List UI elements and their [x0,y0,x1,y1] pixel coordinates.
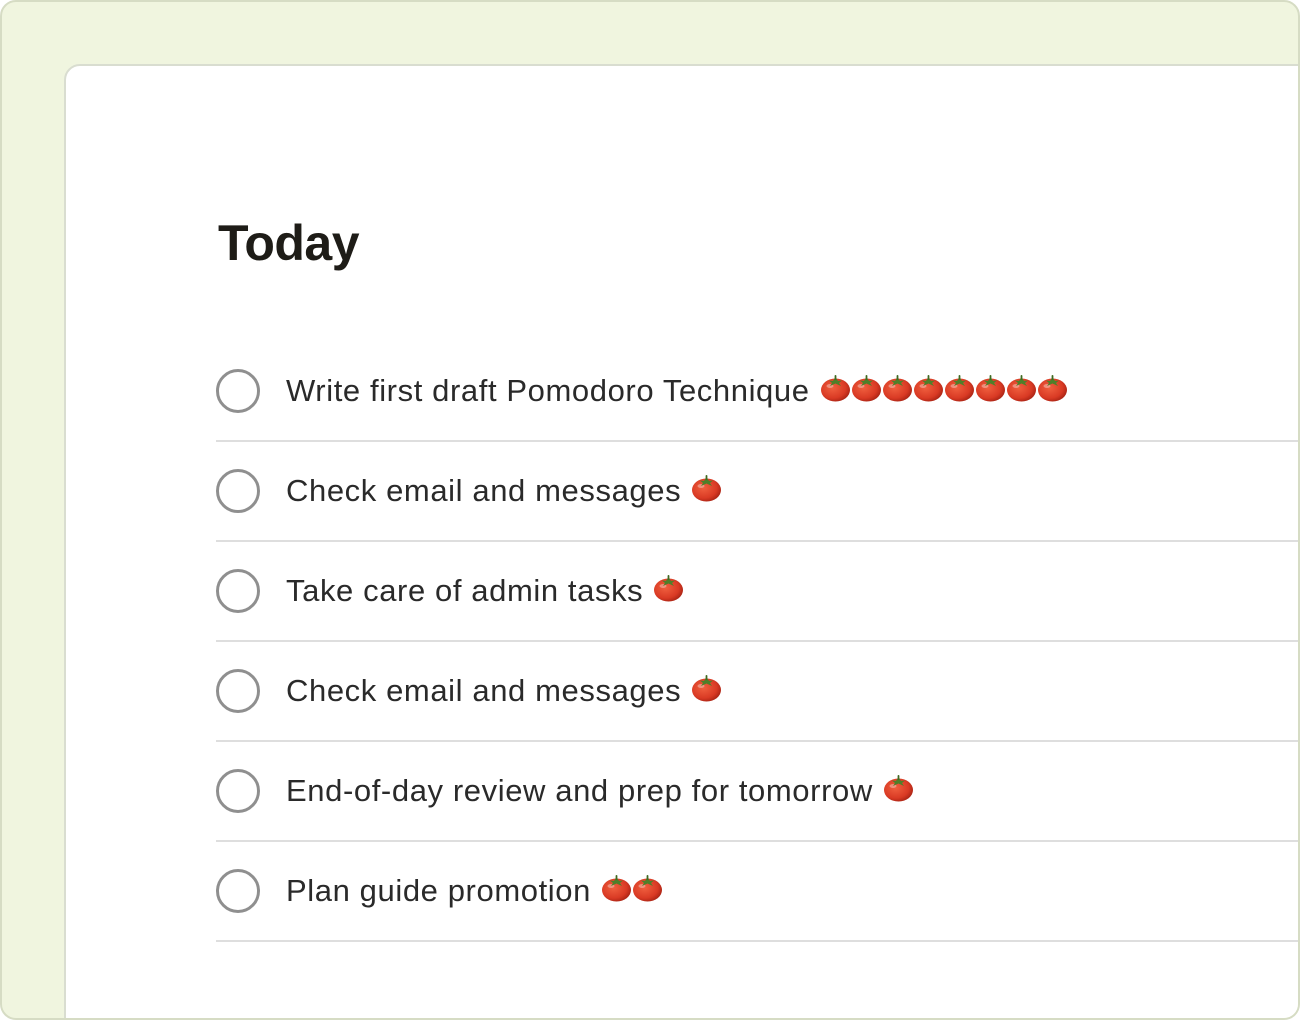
tomato-icon [820,374,851,402]
pomodoro-count [691,674,722,702]
task-label: Take care of admin tasks [286,573,644,608]
tomato-icon [944,374,975,402]
tomato-icon [1037,374,1068,402]
task-panel: Today Write first draft Pomodoro Techniq… [64,64,1298,1018]
tomato-icon [851,374,882,402]
task-label: Plan guide promotion [286,873,591,908]
tomato-icon [632,874,663,902]
task-item[interactable]: Plan guide promotion [216,842,1298,942]
pomodoro-count [820,374,1068,402]
task-item[interactable]: Write first draft Pomodoro Technique [216,342,1298,442]
tomato-icon [653,574,684,602]
pomodoro-count [601,874,663,902]
task-label: End-of-day review and prep for tomorrow [286,773,873,808]
task-list: Write first draft Pomodoro Technique Che… [216,342,1298,942]
pomodoro-count [883,774,914,802]
tomato-icon [883,774,914,802]
task-item[interactable]: End-of-day review and prep for tomorrow [216,742,1298,842]
circle-checkbox-icon[interactable] [216,469,260,513]
task-label: Write first draft Pomodoro Technique [286,373,810,408]
tomato-icon [882,374,913,402]
task-item[interactable]: Take care of admin tasks [216,542,1298,642]
circle-checkbox-icon[interactable] [216,869,260,913]
tomato-icon [691,474,722,502]
circle-checkbox-icon[interactable] [216,769,260,813]
tomato-icon [975,374,1006,402]
tomato-icon [1006,374,1037,402]
task-item[interactable]: Check email and messages [216,442,1298,542]
tomato-icon [691,674,722,702]
page-title: Today [218,215,360,271]
circle-checkbox-icon[interactable] [216,669,260,713]
task-label: Check email and messages [286,673,682,708]
circle-checkbox-icon[interactable] [216,569,260,613]
tomato-icon [601,874,632,902]
circle-checkbox-icon[interactable] [216,369,260,413]
task-item[interactable]: Check email and messages [216,642,1298,742]
app-frame: Today Write first draft Pomodoro Techniq… [0,0,1300,1020]
pomodoro-count [691,474,722,502]
pomodoro-count [653,574,684,602]
task-label: Check email and messages [286,473,682,508]
tomato-icon [913,374,944,402]
